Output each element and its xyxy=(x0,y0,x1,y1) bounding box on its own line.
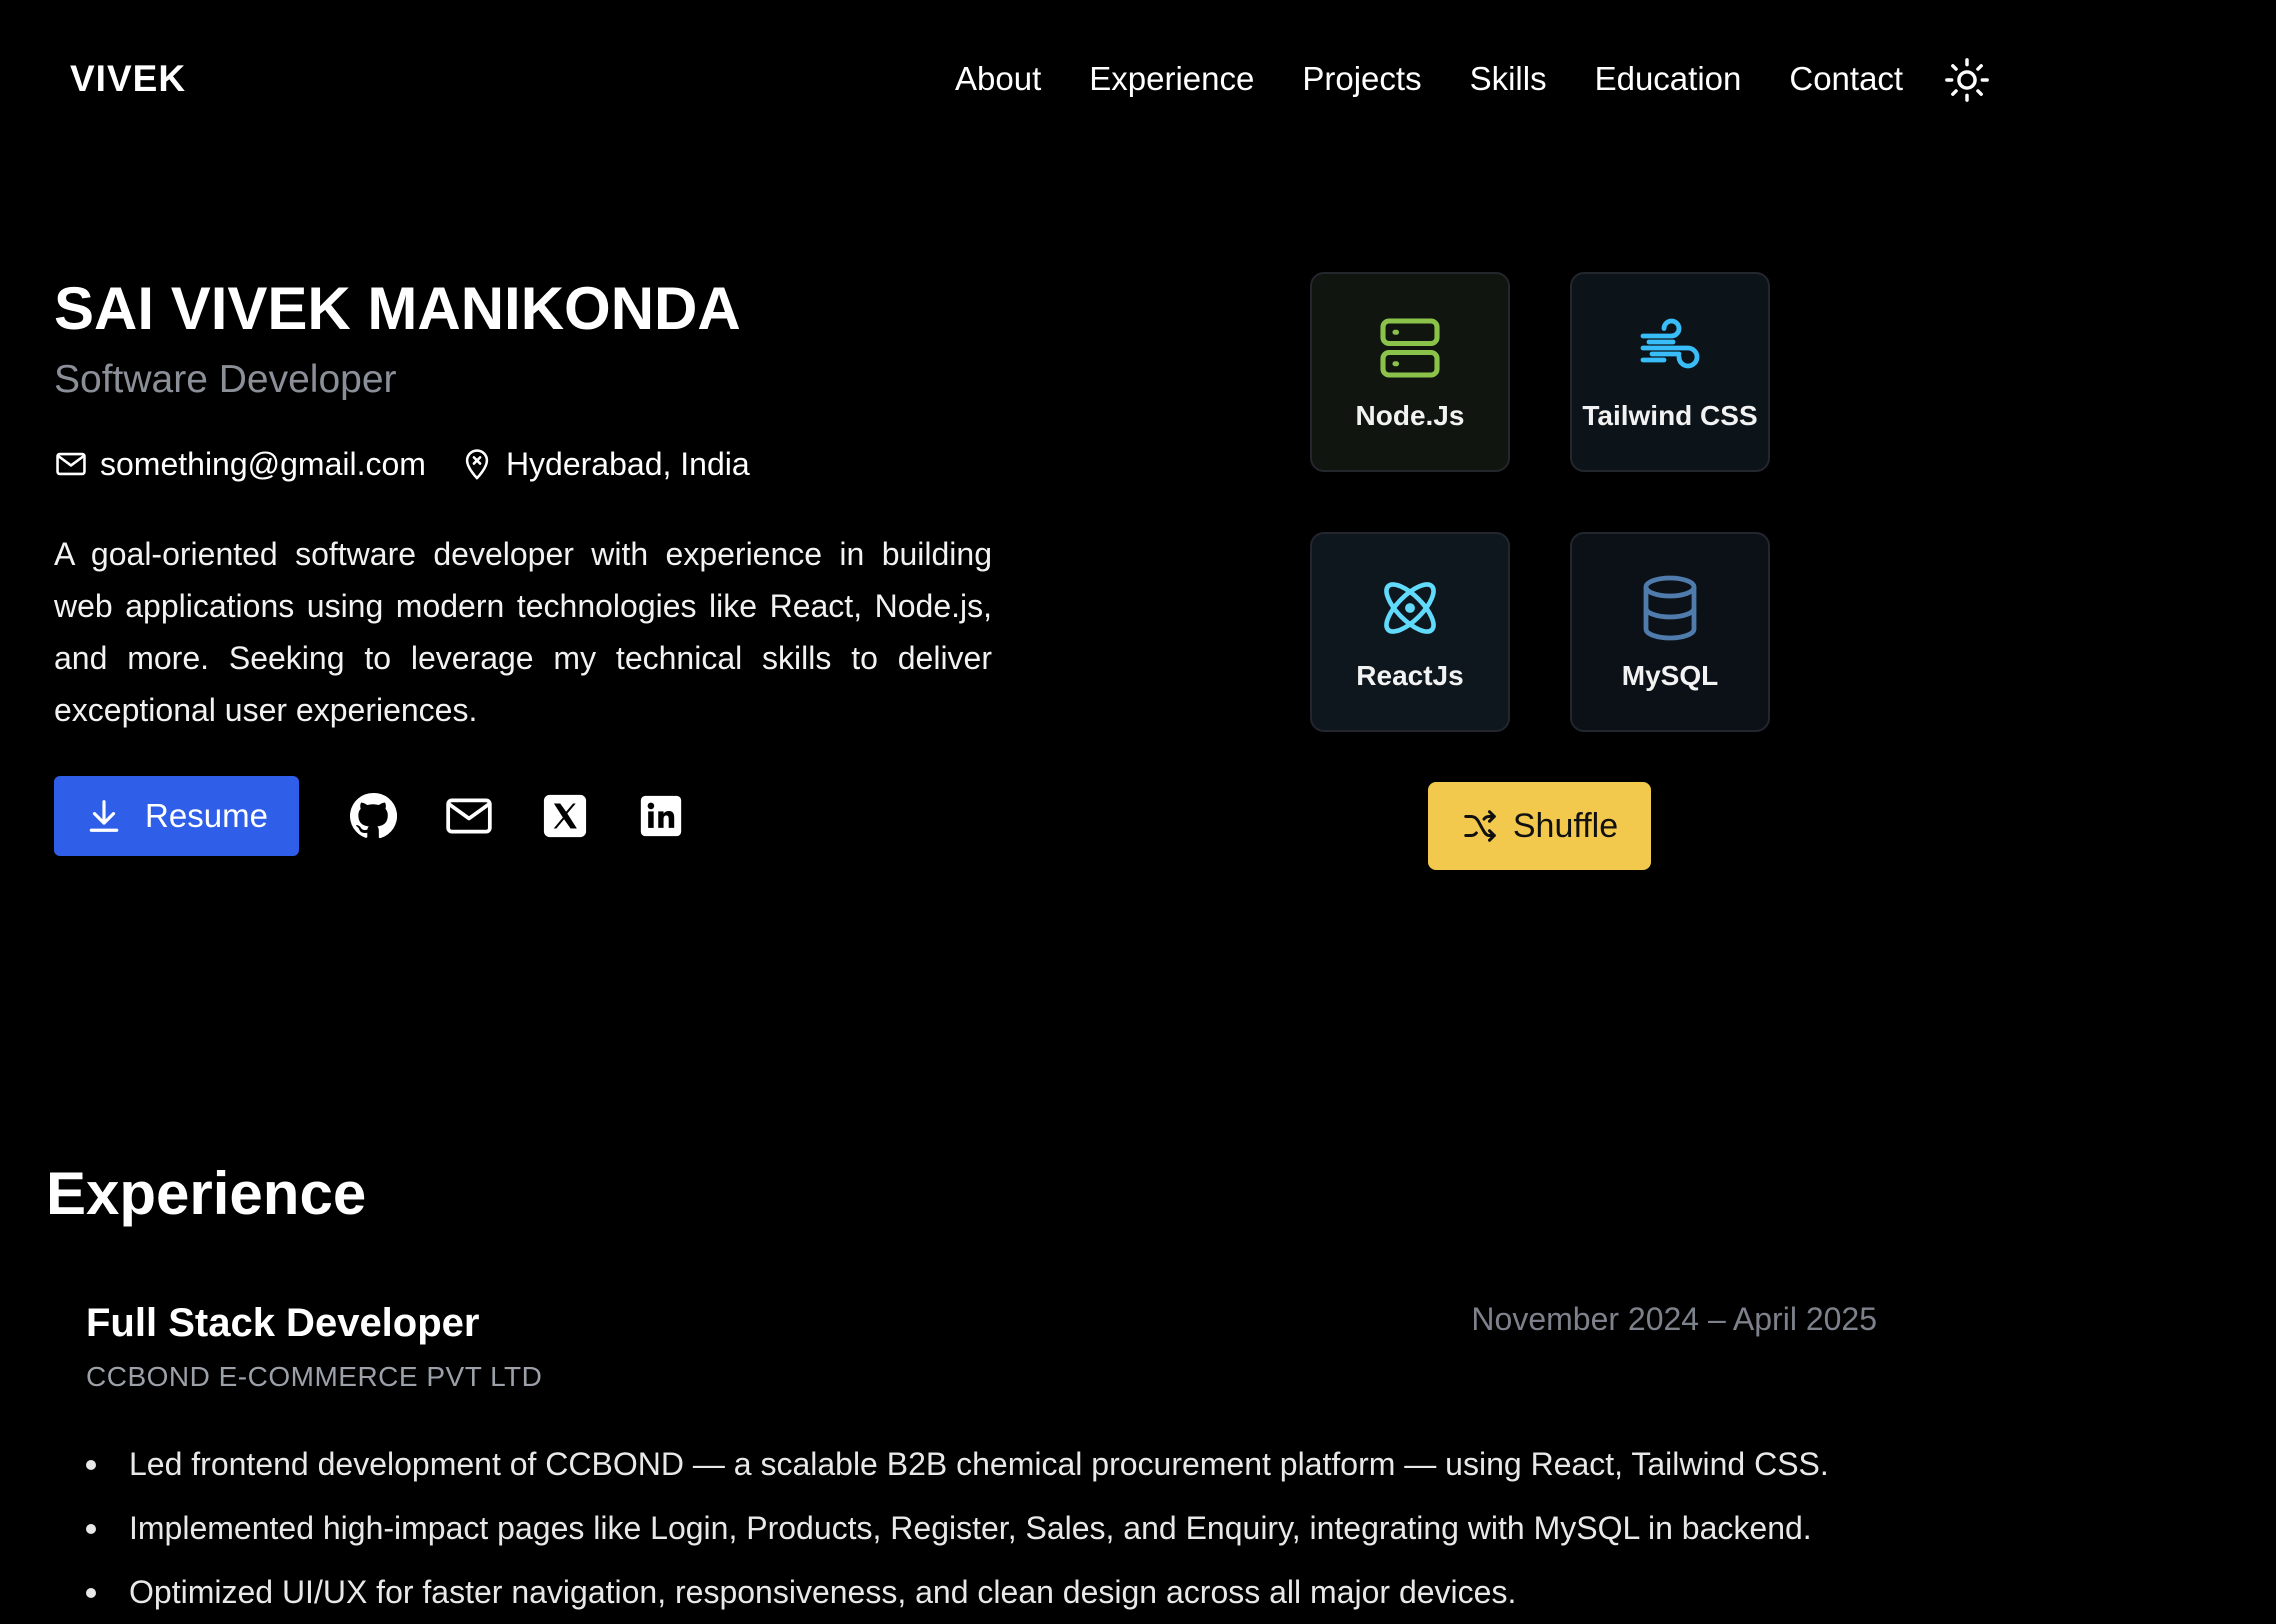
skill-card-nodejs[interactable]: Node.Js xyxy=(1310,272,1510,472)
brand-logo[interactable]: VIVEK xyxy=(70,57,186,101)
skill-label: ReactJs xyxy=(1356,660,1464,691)
server-icon xyxy=(1380,318,1440,378)
github-icon xyxy=(350,792,397,839)
theme-toggle-button[interactable] xyxy=(1943,56,1991,104)
contact-row: something@gmail.com Hyderabad, India xyxy=(54,442,784,486)
hero-actions: Resume xyxy=(54,776,731,856)
skill-label: Tailwind CSS xyxy=(1582,400,1758,431)
nav-link-projects[interactable]: Projects xyxy=(1302,57,1421,101)
download-icon xyxy=(89,800,119,832)
email-text: something@gmail.com xyxy=(100,446,426,482)
job-date: November 2024 – April 2025 xyxy=(1471,1301,1877,1337)
hero-bio: A goal-oriented software developer with … xyxy=(54,536,992,728)
atom-icon xyxy=(1384,582,1436,634)
skill-card-tailwind[interactable]: Tailwind CSS xyxy=(1570,272,1770,472)
skill-card-reactjs[interactable]: ReactJs xyxy=(1310,532,1510,732)
top-nav: VIVEK About Experience Projects Skills E… xyxy=(0,0,2276,160)
list-item: Optimized UI/UX for faster navigation, r… xyxy=(86,1560,1829,1624)
skill-label: Node.Js xyxy=(1355,400,1465,431)
hero-name: SAI VIVEK MANIKONDA xyxy=(54,275,741,342)
shuffle-label: Shuffle xyxy=(1512,806,1619,845)
mail-icon xyxy=(56,452,86,476)
x-link[interactable] xyxy=(539,790,591,842)
nav-links: About Experience Projects Skills Educati… xyxy=(955,57,1951,101)
nav-link-experience[interactable]: Experience xyxy=(1089,57,1254,101)
experience-heading: Experience xyxy=(46,1160,367,1227)
job-company: CCBOND E-COMMERCE PVT LTD xyxy=(86,1361,543,1392)
list-item: Led frontend development of CCBOND — a s… xyxy=(86,1432,1829,1496)
skill-label: MySQL xyxy=(1621,660,1719,691)
resume-label: Resume xyxy=(145,797,268,834)
job-bullets: Led frontend development of CCBOND — a s… xyxy=(86,1432,1829,1624)
map-pin-icon xyxy=(465,449,489,480)
wind-icon xyxy=(1640,318,1700,369)
hero-role: Software Developer xyxy=(54,358,397,401)
job-title: Full Stack Developer xyxy=(86,1301,480,1345)
email-contact[interactable]: something@gmail.com xyxy=(54,442,426,486)
shuffle-icon xyxy=(1464,810,1496,842)
resume-download-button[interactable]: Resume xyxy=(54,776,299,856)
list-item: Implemented high-impact pages like Login… xyxy=(86,1496,1829,1560)
x-icon xyxy=(543,794,587,838)
skill-card-mysql[interactable]: MySQL xyxy=(1570,532,1770,732)
linkedin-link[interactable] xyxy=(635,790,687,842)
database-icon xyxy=(1643,575,1697,641)
nav-link-contact[interactable]: Contact xyxy=(1789,57,1903,101)
sun-icon xyxy=(1945,58,1989,102)
email-link[interactable] xyxy=(443,790,495,842)
location-contact: Hyderabad, India xyxy=(460,442,750,486)
shuffle-button[interactable]: Shuffle xyxy=(1428,782,1651,870)
mail-icon xyxy=(446,798,492,834)
nav-link-about[interactable]: About xyxy=(955,57,1041,101)
linkedin-icon xyxy=(640,795,682,837)
location-text: Hyderabad, India xyxy=(505,446,750,482)
nav-link-skills[interactable]: Skills xyxy=(1470,57,1547,101)
nav-link-education[interactable]: Education xyxy=(1595,57,1742,101)
github-link[interactable] xyxy=(347,790,399,842)
